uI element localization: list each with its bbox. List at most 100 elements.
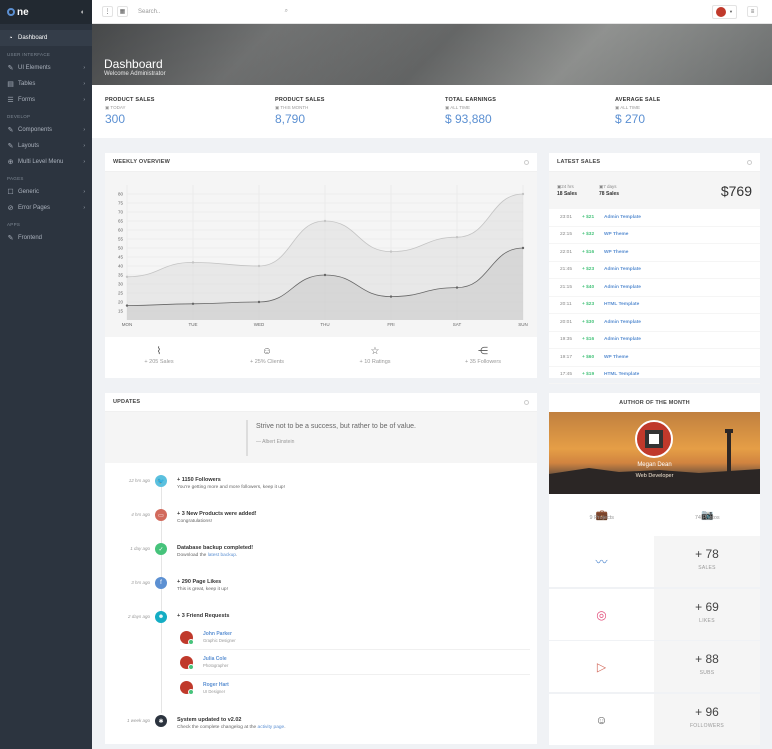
x-tick-label: FRI [387,322,394,327]
sale-product-link[interactable]: Admin Template [604,285,641,290]
author-stats: 💼 9 Projects 📷 74 Photos [549,494,760,538]
sidebar-item-generic[interactable]: ☐ Generic › [0,184,92,200]
refresh-icon[interactable] [524,399,529,405]
friend-request[interactable]: Julia Cole Photographer [180,650,530,675]
mini-stat-subs[interactable]: ▷ + 88 SUBS [549,641,760,692]
weekly-stat[interactable]: ⌇ + 205 Sales [105,337,213,378]
friend-request[interactable]: John Parker Graphic Designer [180,625,530,650]
timeline-link[interactable]: activity page [258,725,285,730]
sale-time: 17:45 [560,372,573,378]
card-title: WEEKLY OVERVIEW [113,159,170,165]
refresh-icon[interactable] [524,159,529,165]
page-title: Dashboard [104,57,163,71]
grid-icon: ▦ [119,9,126,15]
sidebar-item-tables[interactable]: ▤ Tables › [0,76,92,92]
cog-icon: ✱ [155,715,167,727]
sidebar-item-label: Tables [18,81,36,87]
mini-stat-followers[interactable]: ☺ + 96 FOLLOWERS [549,694,760,745]
friend-name[interactable]: John Parker [203,631,236,637]
sidebar-item-layouts[interactable]: ✎ Layouts › [0,138,92,154]
products-icon: ▭ [155,509,167,521]
timeline-subtext: You're getting more and more followers, … [177,485,285,490]
menu-toggle-button[interactable]: ⋮ [102,6,113,17]
sidebar-item-dashboard[interactable]: ◔ Dashboard [0,30,92,46]
sale-product-link[interactable]: Admin Template [604,267,641,272]
timeline-title: System updated to v2.02 [177,717,242,723]
sidebar-item-ui-elements[interactable]: ✎ UI Elements › [0,60,92,76]
author-avatar[interactable] [635,420,673,458]
layouts-icon: ✎ [7,143,14,150]
data-point [455,236,459,239]
timeline-link[interactable]: latest backup [208,553,236,558]
sidebar-item-label: Generic [18,189,40,195]
sidebar-nav: ◔ Dashboard USER INTERFACE ✎ UI Elements › ▤ Ta… [0,30,92,246]
forms-icon: ☰ [7,97,14,104]
timeline-title: + 3 New Products were added! [177,511,257,517]
friend-role: Graphic Designer [203,638,236,643]
friend-request[interactable]: Roger Hart UI Designer [180,675,530,700]
search-input[interactable]: Search.. ⌕ [138,8,288,15]
friend-name[interactable]: Roger Hart [203,682,229,688]
sidebar-item-label: Multi Level Menu [18,159,64,165]
data-point [323,273,327,277]
sidebar-section-header: USER INTERFACE [7,52,51,57]
sale-amount: + $16 [582,249,595,255]
user-icon: ☺ [261,346,273,357]
sidebar-item-label: Components [18,127,53,133]
sidebar-item-error-pages[interactable]: ⊘ Error Pages › [0,200,92,216]
tables-icon: ▤ [7,81,14,88]
chevron-right-icon: › [83,143,85,149]
summary-24h: ▣24 hrs 18 Sales [557,184,578,197]
logo[interactable]: ne [7,7,29,18]
search-icon[interactable]: ⌕ [285,8,288,15]
author-projects[interactable]: 💼 9 Projects [549,494,655,538]
quote-block: Strive not to be a success, but rather t… [105,412,537,463]
chevron-right-icon: › [83,159,85,165]
y-tick-label: 25 [118,291,124,296]
sale-product-link[interactable]: HTML Template [604,372,639,377]
refresh-icon[interactable] [747,159,752,165]
sale-product-link[interactable]: WP Theme [604,355,628,360]
sale-product-link[interactable]: HTML Template [604,302,639,307]
sale-time: 22:01 [560,249,573,255]
weekly-stat[interactable]: ☺ + 25% Clients [213,337,321,378]
author-photos[interactable]: 📷 74 Photos [655,494,761,538]
y-tick-label: 30 [118,282,124,287]
user-menu-button[interactable]: ▼ [712,4,737,19]
sale-amount: + $60 [582,354,595,360]
sale-row: 22:01 + $16 WP Theme [549,244,760,262]
facebook-icon: f [155,577,167,589]
sale-product-link[interactable]: Admin Template [604,320,641,325]
sidebar-item-multi-level-menu[interactable]: ⊕ Multi Level Menu › [0,154,92,170]
sale-product-link[interactable]: WP Theme [604,250,628,255]
sidebar-item-forms[interactable]: ☰ Forms › [0,92,92,108]
stat-value: $ 270 [615,112,646,126]
mini-stat-label: SALES [698,565,716,571]
y-tick-label: 65 [118,219,124,224]
chevron-right-icon: › [83,65,85,71]
sale-product-link[interactable]: WP Theme [604,232,628,237]
weekly-stat[interactable]: ⋲ + 35 Followers [429,337,537,378]
sale-product-link[interactable]: Admin Template [604,337,641,342]
mini-stat-value: + 69 [695,600,719,614]
settings-icon[interactable]: ◐ [81,9,85,16]
stat-value: $ 93,880 [445,112,492,126]
mini-stat-likes[interactable]: ◎ + 69 LIKES [549,589,760,640]
data-point [125,304,129,307]
chevron-right-icon: › [83,97,85,103]
sale-product-link[interactable]: Admin Template [604,215,641,220]
mini-stat-sales[interactable]: 〰 + 78 SALES [549,536,760,587]
weekly-stat[interactable]: ☆ + 10 Ratings [321,337,429,378]
components-icon: ✎ [7,127,14,134]
data-point [125,275,129,278]
side-panel-button[interactable]: ≡ [747,6,758,17]
sidebar-item-frontend[interactable]: ✎ Frontend [0,230,92,246]
sidebar-item-components[interactable]: ✎ Components › [0,122,92,138]
author-name: Megan Dean [637,462,672,468]
friend-name[interactable]: Julia Cole [203,656,228,662]
quote-text: Strive not to be a success, but rather t… [256,423,416,430]
sidebar-item-label: Error Pages [18,205,51,211]
sale-amount: + $23 [582,267,595,273]
weekly-stat-label: + 25% Clients [249,359,285,365]
grid-button[interactable]: ▦ [117,6,128,17]
